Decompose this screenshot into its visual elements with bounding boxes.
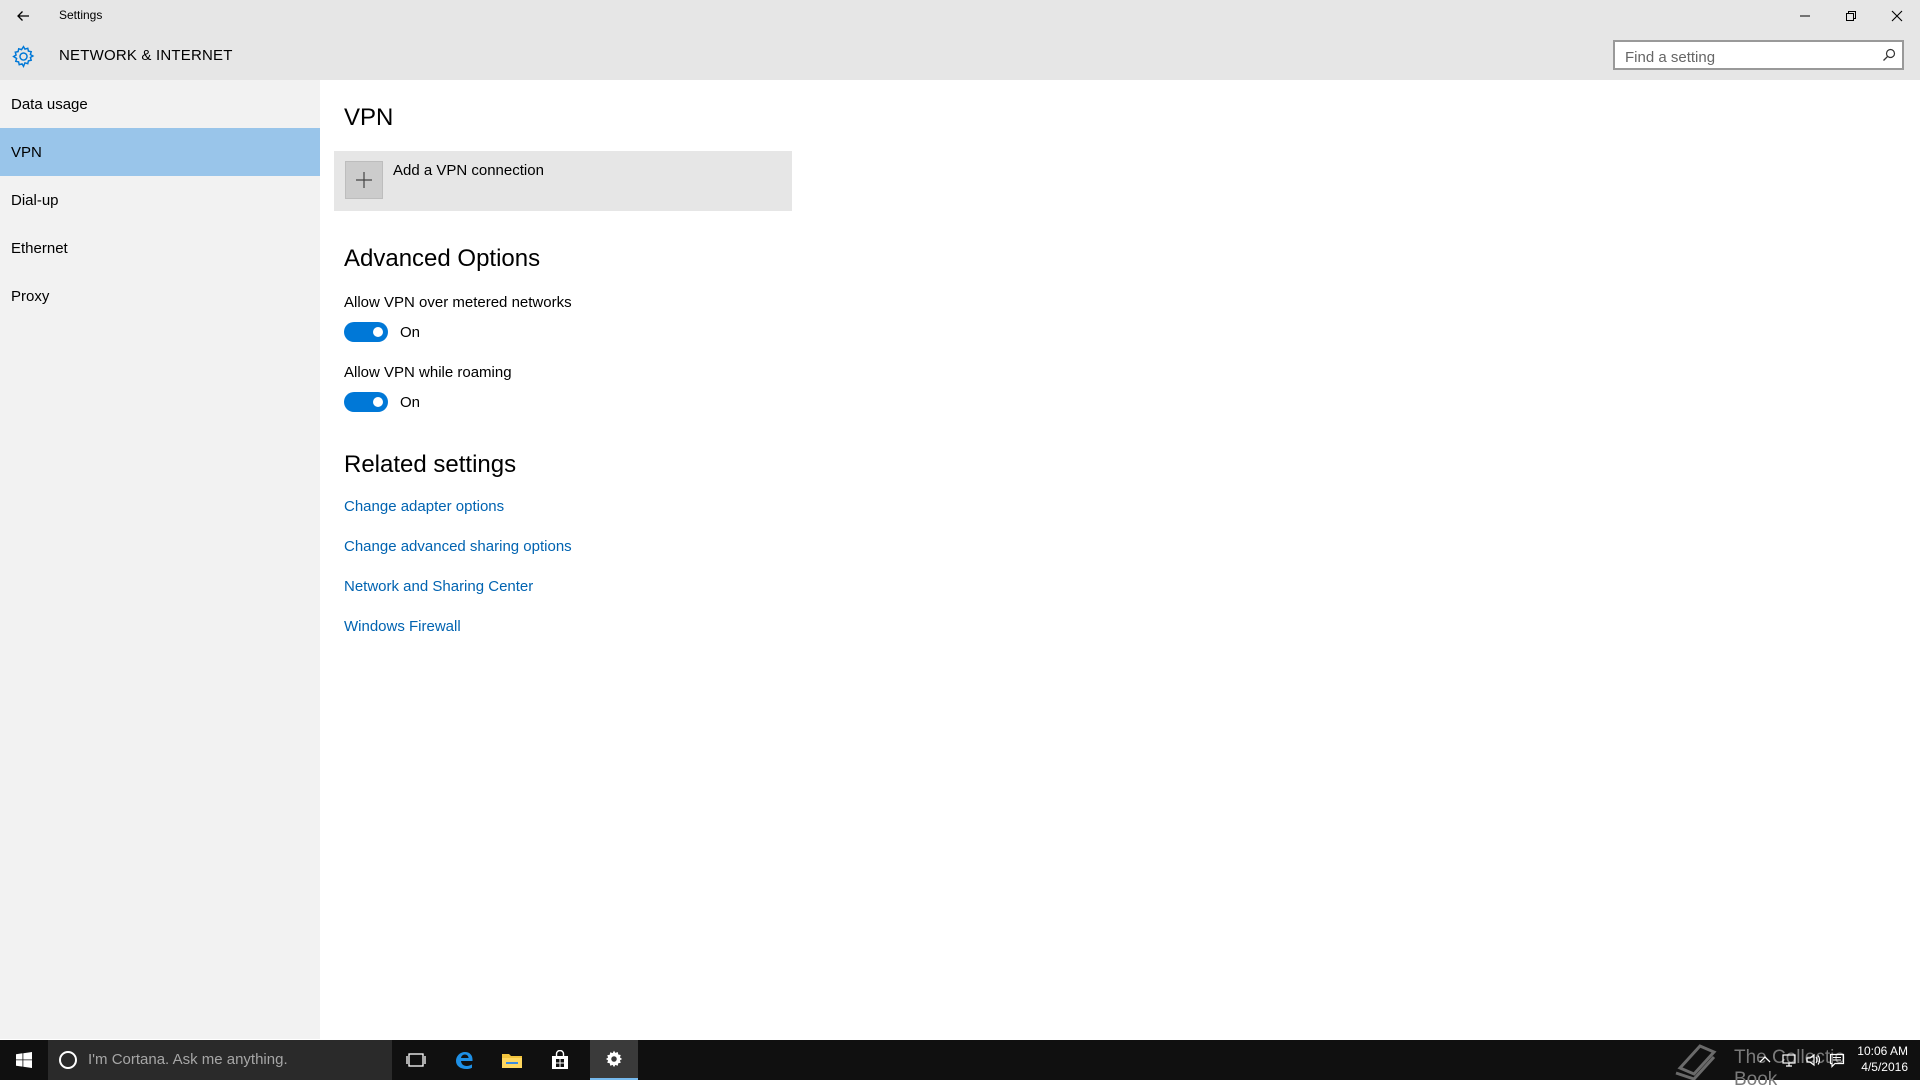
page-header: NETWORK & INTERNET bbox=[0, 32, 1920, 80]
back-arrow-icon bbox=[17, 11, 29, 21]
sidebar-item-data-usage[interactable]: Data usage bbox=[0, 80, 320, 128]
toggle-knob bbox=[373, 327, 383, 337]
restore-icon bbox=[1846, 11, 1856, 21]
gear-icon bbox=[12, 45, 35, 69]
taskbar: I'm Cortana. Ask me anything. The Collec… bbox=[0, 1040, 1920, 1090]
settings-taskbar-button[interactable] bbox=[590, 1040, 638, 1080]
plus-icon bbox=[356, 172, 372, 188]
close-icon bbox=[1891, 10, 1903, 22]
metered-networks-label: Allow VPN over metered networks bbox=[344, 294, 572, 311]
add-vpn-label: Add a VPN connection bbox=[393, 162, 544, 179]
folder-icon bbox=[502, 1054, 522, 1068]
toggle-knob bbox=[373, 397, 383, 407]
store-icon bbox=[552, 1050, 568, 1069]
settings-gear-icon bbox=[605, 1050, 623, 1068]
chevron-up-icon[interactable] bbox=[1757, 1052, 1773, 1068]
task-view-button[interactable] bbox=[392, 1040, 440, 1080]
advanced-options-heading: Advanced Options bbox=[344, 245, 541, 272]
windows-firewall-link[interactable]: Windows Firewall bbox=[344, 618, 461, 635]
windows-logo-icon bbox=[16, 1052, 32, 1068]
title-bar: Settings bbox=[0, 0, 1920, 32]
minimize-icon bbox=[1800, 15, 1810, 17]
store-button[interactable] bbox=[536, 1040, 584, 1080]
cortana-search-box[interactable]: I'm Cortana. Ask me anything. bbox=[48, 1040, 392, 1080]
sidebar-item-label: VPN bbox=[11, 143, 42, 161]
change-adapter-options-link[interactable]: Change adapter options bbox=[344, 498, 504, 515]
close-button[interactable] bbox=[1874, 0, 1920, 32]
related-settings-heading: Related settings bbox=[344, 451, 517, 478]
clock[interactable]: 10:06 AM 4/5/2016 bbox=[1850, 1043, 1908, 1075]
roaming-toggle[interactable] bbox=[344, 392, 388, 412]
search-box[interactable] bbox=[1613, 40, 1904, 70]
start-button[interactable] bbox=[0, 1040, 48, 1080]
sidebar-item-label: Dial-up bbox=[11, 191, 59, 209]
book-icon bbox=[1675, 1044, 1717, 1080]
network-sharing-center-link[interactable]: Network and Sharing Center bbox=[344, 578, 533, 595]
action-center-icon[interactable] bbox=[1829, 1052, 1845, 1068]
volume-icon[interactable] bbox=[1805, 1052, 1821, 1068]
roaming-state: On bbox=[400, 394, 421, 411]
sidebar-item-ethernet[interactable]: Ethernet bbox=[0, 224, 320, 272]
edge-icon bbox=[456, 1052, 473, 1069]
search-input[interactable] bbox=[1623, 46, 1867, 68]
metered-networks-state: On bbox=[400, 324, 421, 341]
app-title: Settings bbox=[59, 8, 103, 22]
sidebar-item-dial-up[interactable]: Dial-up bbox=[0, 176, 320, 224]
file-explorer-button[interactable] bbox=[488, 1040, 536, 1080]
sidebar-item-proxy[interactable]: Proxy bbox=[0, 272, 320, 320]
change-sharing-options-link[interactable]: Change advanced sharing options bbox=[344, 538, 572, 555]
add-vpn-tile bbox=[345, 161, 383, 199]
minimize-button[interactable] bbox=[1782, 0, 1828, 32]
sidebar: Data usage VPN Dial-up Ethernet Proxy bbox=[0, 80, 320, 1039]
network-icon[interactable] bbox=[1781, 1052, 1797, 1068]
section-title: NETWORK & INTERNET bbox=[59, 47, 233, 64]
restore-button[interactable] bbox=[1828, 0, 1874, 32]
search-icon[interactable] bbox=[1882, 48, 1896, 62]
clock-date: 4/5/2016 bbox=[1861, 1060, 1908, 1074]
vpn-heading: VPN bbox=[344, 104, 394, 131]
clock-time: 10:06 AM bbox=[1857, 1044, 1908, 1058]
roaming-label: Allow VPN while roaming bbox=[344, 364, 512, 381]
sidebar-item-vpn[interactable]: VPN bbox=[0, 128, 320, 176]
task-view-icon bbox=[406, 1053, 426, 1067]
cortana-icon bbox=[59, 1051, 77, 1069]
main-content: VPN Add a VPN connection Advanced Option… bbox=[320, 80, 1920, 1039]
metered-networks-toggle[interactable] bbox=[344, 322, 388, 342]
sidebar-item-label: Proxy bbox=[11, 287, 50, 305]
sidebar-item-label: Data usage bbox=[11, 95, 88, 113]
back-button[interactable] bbox=[0, 0, 46, 32]
cortana-placeholder: I'm Cortana. Ask me anything. bbox=[88, 1051, 288, 1068]
edge-button[interactable] bbox=[440, 1040, 488, 1080]
add-vpn-button[interactable]: Add a VPN connection bbox=[334, 151, 792, 211]
sidebar-item-label: Ethernet bbox=[11, 239, 68, 257]
